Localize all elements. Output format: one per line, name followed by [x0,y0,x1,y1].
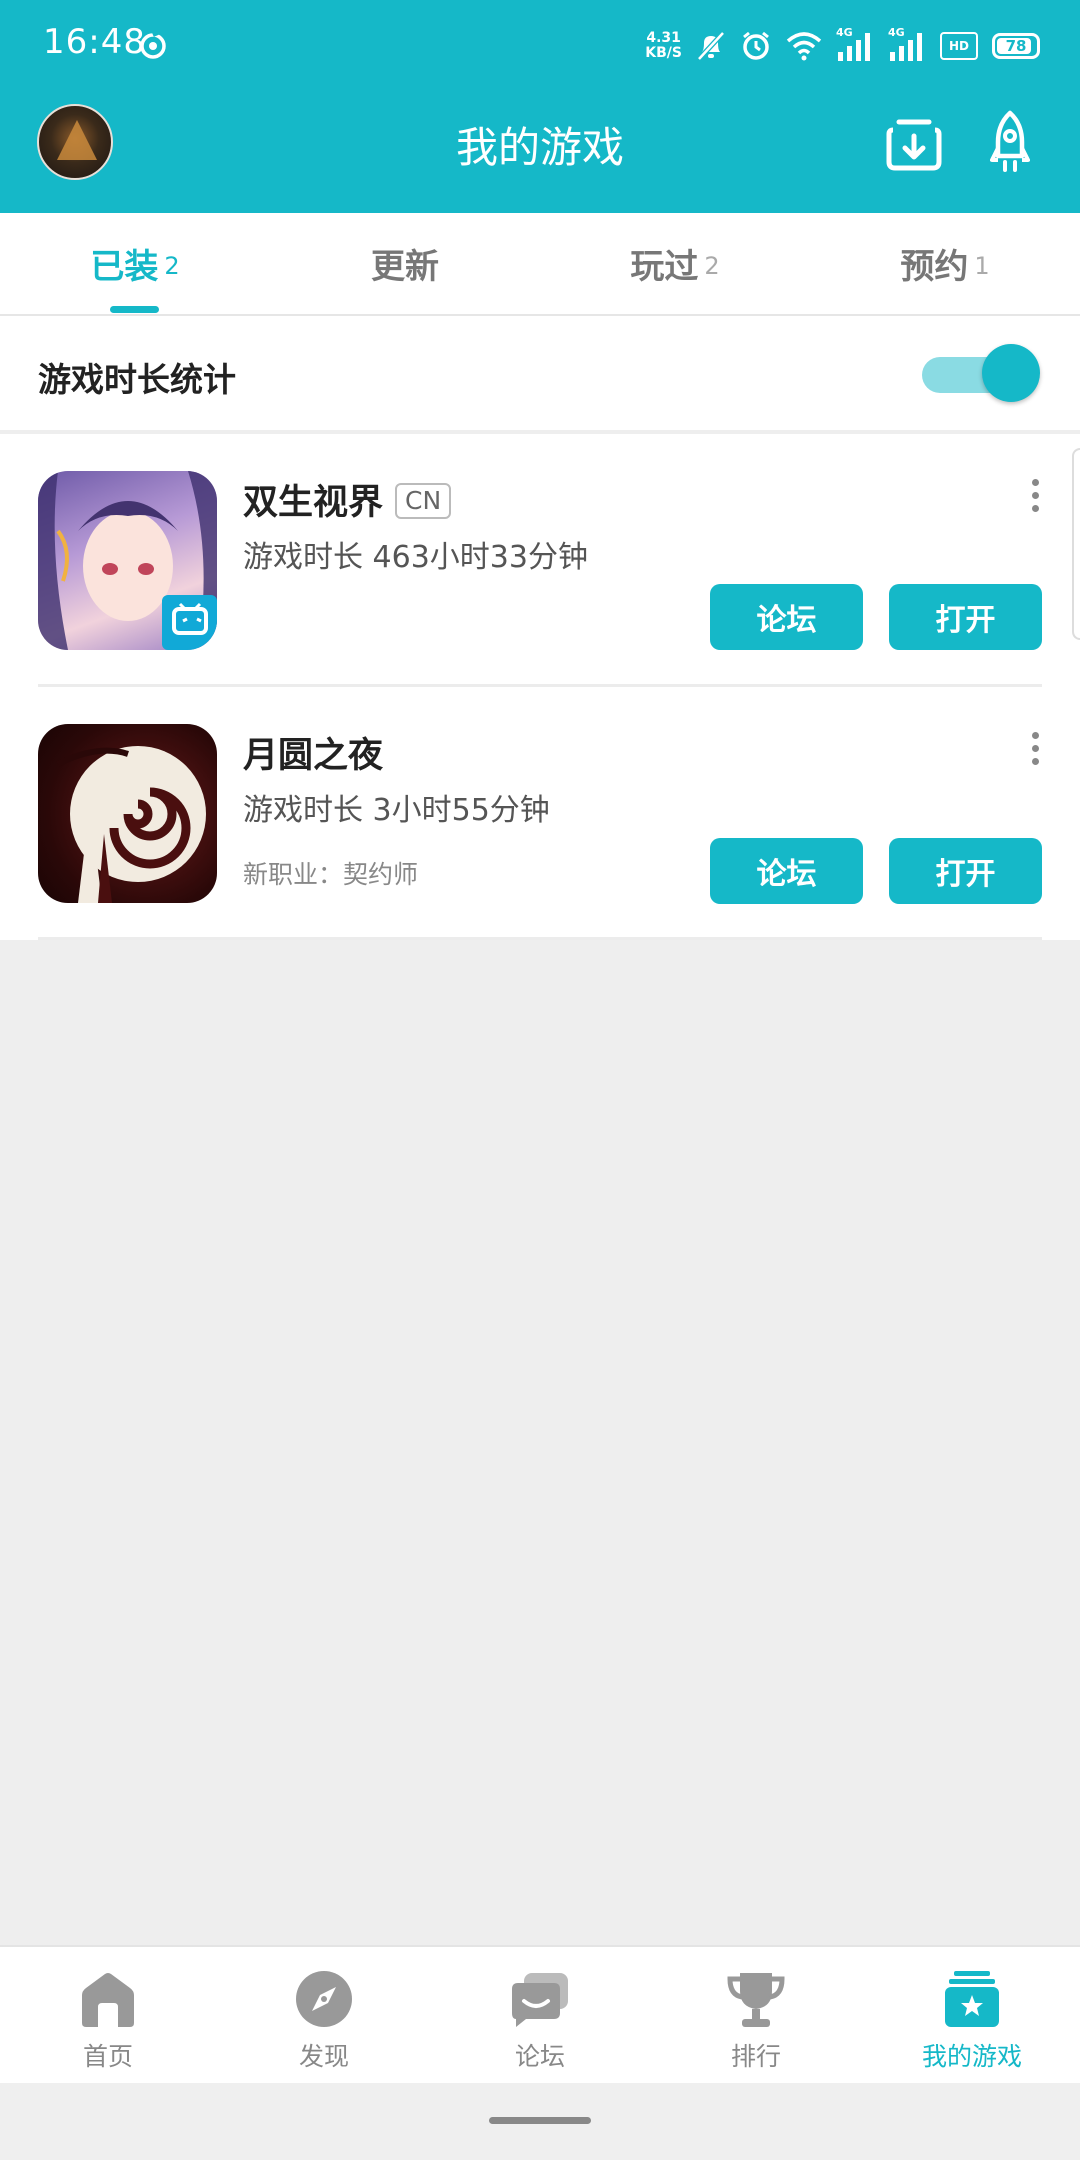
battery-level: 78 [1005,37,1027,55]
open-button[interactable]: 打开 [889,838,1042,904]
hd-label: HD [948,39,969,53]
tab-indicator [110,306,159,313]
nav-label: 我的游戏 [921,2042,1022,2071]
more-options-icon[interactable] [1030,479,1040,519]
download-manager-icon[interactable] [885,112,943,172]
nav-label: 排行 [730,2042,781,2071]
tab-label: 玩过 [630,247,699,287]
tab-count: 2 [704,251,720,280]
game-artwork [56,746,206,903]
home-indicator[interactable] [489,2117,591,2124]
tab-label: 更新 [371,247,439,287]
open-button[interactable]: 打开 [889,584,1042,650]
bottom-navigation: 首页 发现 论坛 排行 我的游戏 [0,1945,1080,2084]
cell-signal-2: 4G [888,26,926,62]
bell-muted-icon [697,31,725,61]
rocket-icon[interactable] [990,110,1030,174]
game-title-text: 月圆之夜 [243,736,384,776]
nav-label: 首页 [82,2042,133,2071]
tab-count: 1 [974,251,990,280]
list-item: 双生视界 CN 游戏时长 463小时33分钟 论坛 打开 [0,434,1080,687]
signal-label-1: 4G [836,26,853,39]
nav-discover[interactable]: 发现 [216,1947,432,2084]
playtime-stats-toggle[interactable] [922,344,1040,404]
game-playtime: 游戏时长 3小时55分钟 [243,793,550,828]
game-title: 双生视界 CN [243,474,452,525]
divider [38,937,1042,940]
net-speed-value: 4.31 [646,30,681,46]
nav-ranking[interactable]: 排行 [648,1947,864,2084]
sync-icon [140,31,166,59]
game-update-note: 新职业：契约师 [243,860,419,889]
forum-icon [512,1973,568,2027]
compass-icon [296,1971,352,2027]
tab-installed[interactable]: 已装 2 [0,213,270,314]
tab-reserved[interactable]: 预约 1 [810,213,1080,314]
game-list: 双生视界 CN 游戏时长 463小时33分钟 论坛 打开 月圆之夜 游戏时长 3小… [0,434,1080,940]
region-badge: CN [395,483,452,519]
game-icon-shuangsheng[interactable] [38,471,217,650]
battery-icon: 78 [992,33,1040,59]
playtime-stats-label: 游戏时长统计 [38,360,236,399]
game-playtime: 游戏时长 463小时33分钟 [243,540,588,575]
game-title: 月圆之夜 [243,727,383,778]
signal-label-2: 4G [888,26,905,39]
hd-icon: HD [940,32,978,60]
game-title-text: 双生视界 [243,483,384,523]
nav-my-games[interactable]: 我的游戏 [864,1947,1080,2084]
forum-button[interactable]: 论坛 [710,584,863,650]
my-games-icon [945,1971,999,2027]
tab-label: 预约 [900,247,969,287]
nav-label: 论坛 [514,2042,565,2071]
tab-updates[interactable]: 更新 [270,213,540,314]
scrollbar[interactable] [1072,448,1080,640]
nav-label: 发现 [298,2042,349,2071]
list-item: 月圆之夜 游戏时长 3小时55分钟 新职业：契约师 论坛 打开 [0,687,1080,940]
tab-played[interactable]: 玩过 2 [540,213,810,314]
nav-forum[interactable]: 论坛 [432,1947,648,2084]
tab-count: 2 [164,251,180,280]
app-header: 16:48 4.31 KB/S 4G 4G HD 78 我的游戏 [0,0,1080,213]
net-speed-unit: KB/S [645,45,682,61]
tab-bar: 已装 2 更新 玩过 2 预约 1 [0,213,1080,316]
wifi-icon [786,32,822,61]
net-speed: 4.31 KB/S [645,31,682,61]
nav-home[interactable]: 首页 [0,1947,216,2084]
trophy-icon [727,1973,785,2027]
more-options-icon[interactable] [1030,732,1040,772]
status-bar: 16:48 4.31 KB/S 4G 4G HD 78 [0,0,1080,90]
tab-label: 已装 [90,247,159,287]
home-icon [82,1973,134,2027]
status-time: 16:48 [43,22,146,62]
game-artwork [38,471,217,650]
forum-button[interactable]: 论坛 [710,838,863,904]
cell-signal-1: 4G [836,26,874,62]
status-icons: 4.31 KB/S 4G 4G HD 78 [645,26,1040,66]
alarm-icon [743,31,769,60]
playtime-stats-row: 游戏时长统计 [0,316,1080,430]
game-icon-yueyuan[interactable] [38,724,217,903]
